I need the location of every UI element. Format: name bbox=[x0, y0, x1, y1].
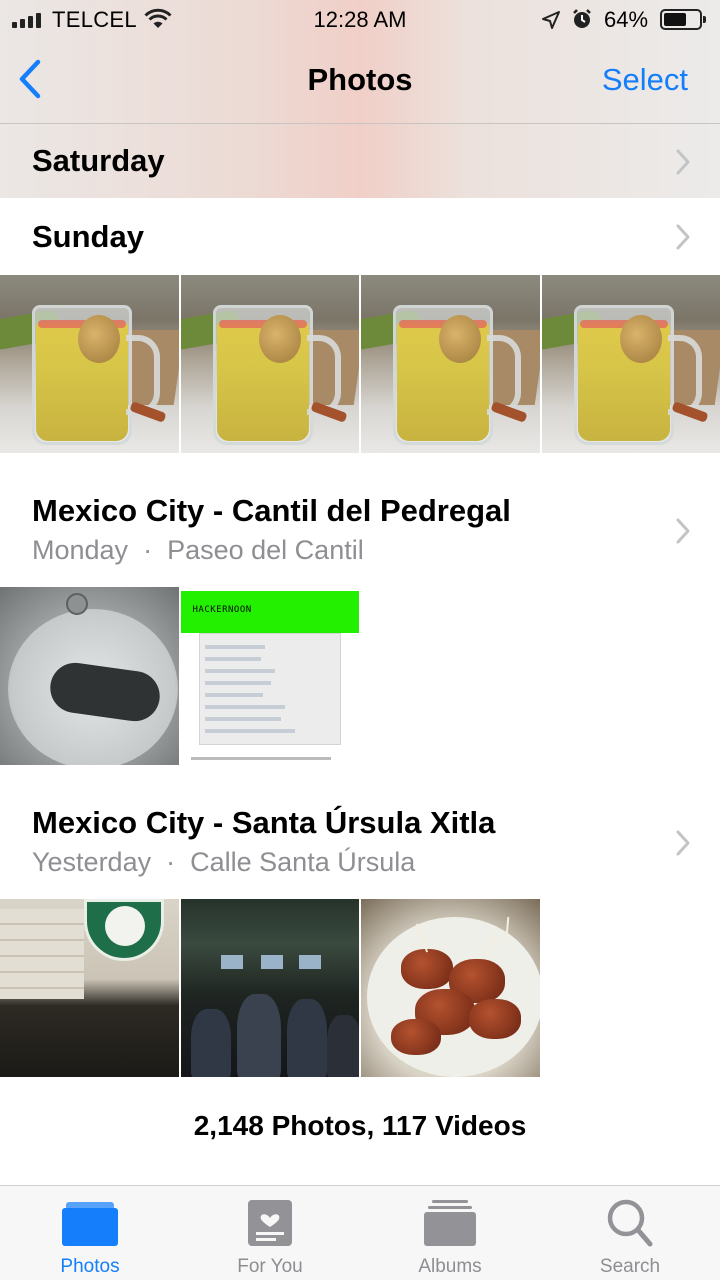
battery-level-fill bbox=[664, 13, 686, 26]
photo-grid-sunday bbox=[0, 275, 720, 453]
status-bar: TELCEL 12:28 AM 64% bbox=[0, 0, 720, 40]
tab-label: Albums bbox=[418, 1256, 482, 1277]
library-counts: 2,148 Photos, 117 Videos bbox=[193, 1110, 527, 1141]
chevron-right-icon bbox=[676, 518, 690, 544]
navigation-bar: Photos Select bbox=[0, 40, 720, 124]
tab-search[interactable]: Search bbox=[540, 1186, 720, 1280]
search-tab-icon bbox=[607, 1199, 653, 1247]
photo-grid-santa-ursula-xitla bbox=[0, 899, 720, 1077]
photo-thumbnail[interactable]: HACKERNOON bbox=[180, 587, 359, 765]
photo-thumbnail[interactable] bbox=[180, 899, 359, 1077]
moment-place: Calle Santa Úrsula bbox=[190, 847, 416, 877]
tab-albums[interactable]: Albums bbox=[360, 1186, 540, 1280]
photo-thumbnail[interactable] bbox=[180, 275, 359, 453]
photo-grid-cantil-del-pedregal: HACKERNOON bbox=[0, 587, 720, 765]
chevron-right-icon bbox=[676, 224, 690, 250]
photo-thumbnail[interactable] bbox=[0, 275, 179, 453]
photo-thumbnail[interactable] bbox=[0, 899, 179, 1077]
photo-thumbnail[interactable] bbox=[541, 275, 720, 453]
moment-header-saturday[interactable]: Saturday bbox=[0, 124, 720, 200]
moment-subtitle: Yesterday · Calle Santa Úrsula bbox=[32, 847, 415, 878]
photo-thumbnail[interactable] bbox=[361, 899, 540, 1077]
subtitle-separator: · bbox=[143, 535, 153, 565]
location-arrow-icon bbox=[542, 11, 560, 29]
tab-for-you[interactable]: For You bbox=[180, 1186, 360, 1280]
for-you-tab-icon bbox=[248, 1200, 292, 1246]
moment-header-sunday[interactable]: Sunday bbox=[0, 199, 720, 275]
select-button[interactable]: Select bbox=[602, 62, 688, 98]
photo-thumbnail[interactable] bbox=[361, 275, 540, 453]
photo-thumbnail[interactable] bbox=[0, 587, 179, 765]
subtitle-separator: · bbox=[166, 847, 176, 877]
tab-label: Photos bbox=[60, 1256, 120, 1277]
moment-subtitle: Monday · Paseo del Cantil bbox=[32, 535, 364, 566]
tab-label: Search bbox=[599, 1256, 661, 1277]
photos-tab-icon bbox=[62, 1202, 118, 1246]
battery-percentage: 64% bbox=[604, 7, 649, 32]
tab-label: For You bbox=[237, 1256, 303, 1277]
moment-place: Paseo del Cantil bbox=[167, 535, 364, 565]
moment-title: Mexico City - Santa Úrsula Xitla bbox=[32, 805, 496, 840]
moment-date: Yesterday bbox=[32, 847, 152, 877]
battery-icon bbox=[660, 9, 706, 30]
moment-date: Monday bbox=[32, 535, 129, 565]
moment-title: Saturday bbox=[32, 143, 165, 178]
chevron-right-icon bbox=[676, 149, 690, 175]
tab-photos[interactable]: Photos bbox=[0, 1186, 180, 1280]
alarm-icon bbox=[573, 9, 591, 28]
albums-tab-icon bbox=[424, 1200, 476, 1246]
moment-title: Sunday bbox=[32, 219, 144, 254]
tab-bar: Photos For You Albums Search bbox=[0, 1185, 720, 1280]
moment-title: Mexico City - Cantil del Pedregal bbox=[32, 493, 511, 528]
chevron-right-icon bbox=[676, 830, 690, 856]
hackernoon-logo: HACKERNOON bbox=[192, 605, 252, 615]
